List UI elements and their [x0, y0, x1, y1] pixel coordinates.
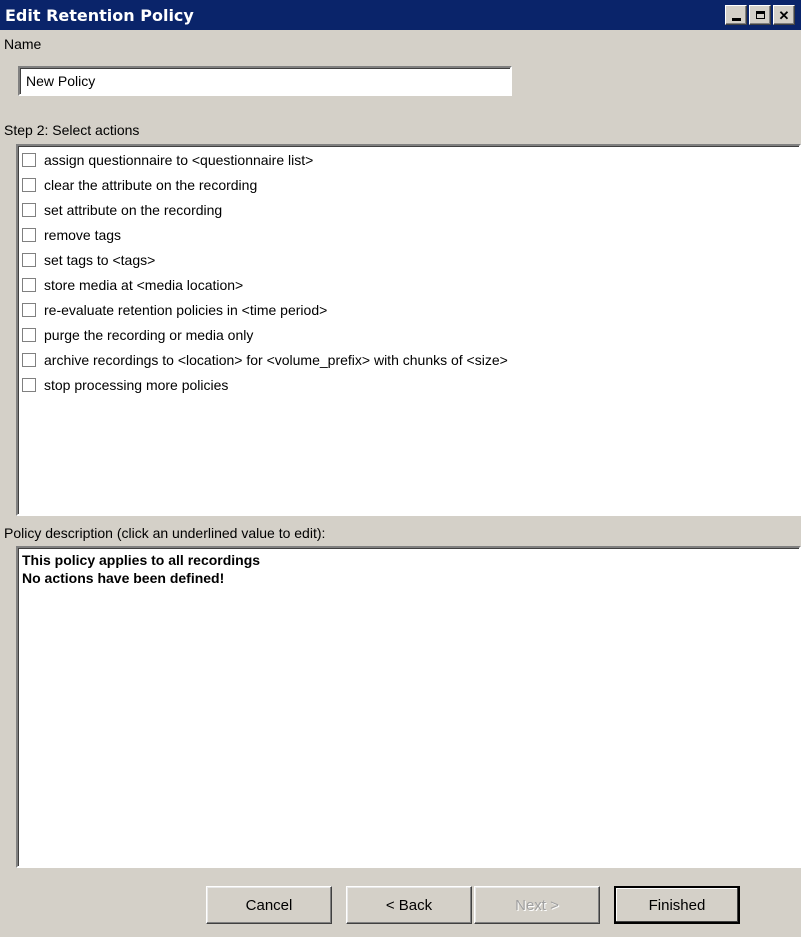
action-item-assign-questionnaire[interactable]: assign questionnaire to <questionnaire l… [22, 148, 313, 172]
action-item-stop-processing[interactable]: stop processing more policies [22, 373, 228, 397]
description-label: Policy description (click an underlined … [4, 525, 326, 541]
action-label: set tags to <tags> [44, 252, 156, 268]
action-checkbox[interactable] [22, 353, 36, 367]
action-item-re-evaluate[interactable]: re-evaluate retention policies in <time … [22, 298, 327, 322]
description-line: This policy applies to all recordings [22, 552, 261, 568]
action-label: archive recordings to <location> for <vo… [44, 352, 508, 368]
action-checkbox[interactable] [22, 203, 36, 217]
window-controls: ✕ [725, 5, 795, 25]
close-icon: ✕ [778, 7, 790, 23]
back-button[interactable]: < Back [346, 886, 472, 924]
action-checkbox[interactable] [22, 378, 36, 392]
close-button[interactable]: ✕ [773, 5, 795, 25]
action-checkbox[interactable] [22, 228, 36, 242]
policy-description: This policy applies to all recordings No… [16, 546, 801, 868]
action-label: set attribute on the recording [44, 202, 223, 218]
action-checkbox[interactable] [22, 253, 36, 267]
action-item-set-attribute[interactable]: set attribute on the recording [22, 198, 222, 222]
action-label: clear the attribute on the recording [44, 177, 258, 193]
minimize-icon [731, 17, 741, 21]
maximize-icon [755, 11, 765, 19]
action-checkbox[interactable] [22, 328, 36, 342]
action-item-store-media[interactable]: store media at <media location> [22, 273, 243, 297]
action-checkbox[interactable] [22, 303, 36, 317]
action-label: assign questionnaire to <questionnaire l… [44, 152, 314, 168]
action-item-clear-attribute[interactable]: clear the attribute on the recording [22, 173, 257, 197]
cancel-button[interactable]: Cancel [206, 886, 332, 924]
action-label: purge the recording or media only [44, 327, 254, 343]
action-label: re-evaluate retention policies in <time … [44, 302, 328, 318]
next-button[interactable]: Next > [474, 886, 600, 924]
actions-list: assign questionnaire to <questionnaire l… [16, 144, 801, 516]
action-checkbox[interactable] [22, 278, 36, 292]
action-item-archive[interactable]: archive recordings to <location> for <vo… [22, 348, 508, 372]
finished-button[interactable]: Finished [614, 886, 740, 924]
window-title: Edit Retention Policy [5, 5, 194, 25]
minimize-button[interactable] [725, 5, 747, 25]
action-label: remove tags [44, 227, 122, 243]
actions-label: Step 2: Select actions [4, 122, 140, 138]
maximize-button[interactable] [749, 5, 771, 25]
title-bar: Edit Retention Policy ✕ [0, 0, 801, 30]
edit-retention-policy-window: Edit Retention Policy ✕ Name Step 2: Sel… [0, 0, 801, 937]
action-checkbox[interactable] [22, 178, 36, 192]
action-label: stop processing more policies [44, 377, 229, 393]
description-line: No actions have been defined! [22, 570, 225, 586]
action-checkbox[interactable] [22, 153, 36, 167]
action-item-remove-tags[interactable]: remove tags [22, 223, 121, 247]
action-item-purge[interactable]: purge the recording or media only [22, 323, 253, 347]
action-item-set-tags[interactable]: set tags to <tags> [22, 248, 155, 272]
name-label: Name [4, 36, 42, 52]
policy-name-input[interactable] [18, 66, 512, 96]
action-label: store media at <media location> [44, 277, 244, 293]
